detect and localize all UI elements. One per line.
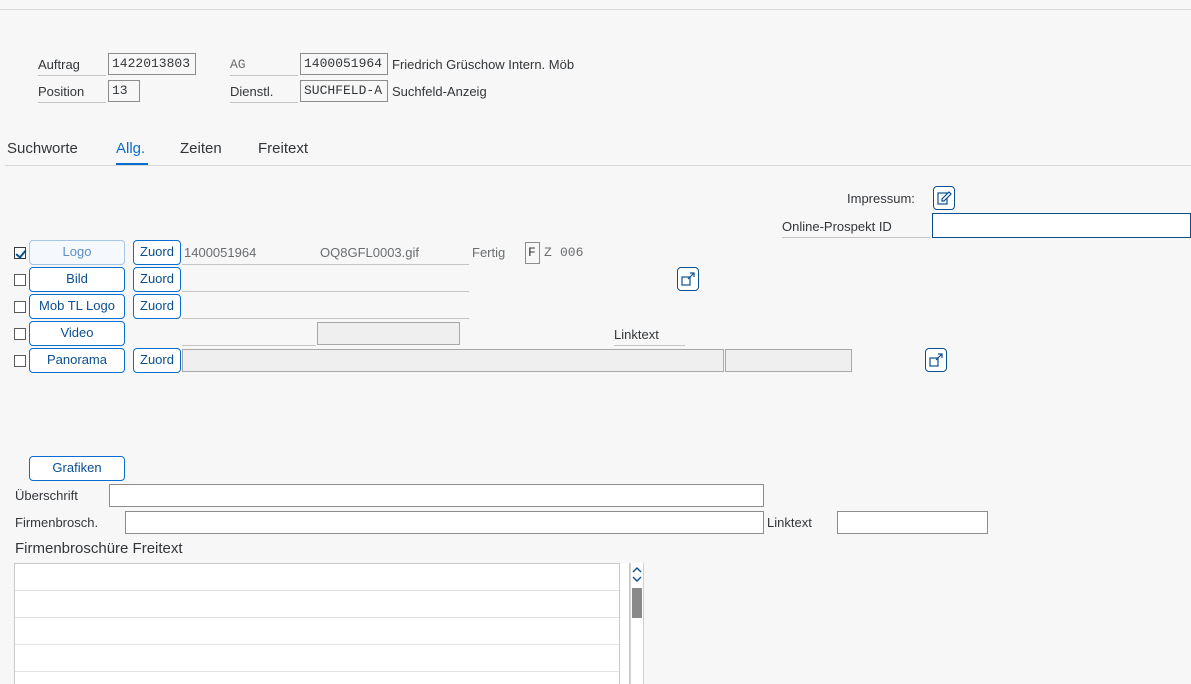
tab-freitext[interactable]: Freitext — [258, 140, 308, 157]
vertical-scrollbar[interactable] — [630, 563, 644, 684]
chevron-up-icon[interactable] — [632, 566, 642, 573]
freitext-textarea[interactable] — [14, 563, 620, 684]
logo-flag-field[interactable]: F — [525, 242, 540, 264]
bild-checkbox[interactable] — [14, 274, 26, 286]
logo-checkbox[interactable] — [14, 247, 26, 259]
ag-label: AG — [230, 55, 298, 76]
online-prospekt-input[interactable] — [932, 213, 1191, 238]
ueberschrift-label: Überschrift — [15, 488, 78, 503]
linktext-input[interactable] — [837, 511, 988, 534]
video-url-field[interactable] — [317, 322, 460, 345]
ag-field[interactable]: 1400051964 — [300, 53, 388, 75]
mobtllogo-zuord-button[interactable]: Zuord — [133, 294, 181, 319]
text-line[interactable] — [15, 591, 619, 618]
mobtllogo-underline — [182, 318, 469, 319]
video-button[interactable]: Video — [29, 321, 125, 346]
textarea-gutter — [620, 563, 630, 684]
ueberschrift-input[interactable] — [109, 484, 764, 507]
tab-suchworte[interactable]: Suchworte — [7, 140, 78, 157]
tab-divider — [5, 165, 1191, 166]
scrollbar-thumb[interactable] — [632, 588, 642, 618]
logo-z-label: Z — [544, 245, 552, 260]
video-checkbox[interactable] — [14, 328, 26, 340]
auftrag-field[interactable]: 1422013803 — [108, 53, 196, 75]
mobtllogo-button[interactable]: Mob TL Logo — [29, 294, 125, 319]
ag-name: Friedrich Grüschow Intern. Möb — [392, 57, 575, 72]
logo-underline — [182, 264, 469, 265]
tab-zeiten[interactable]: Zeiten — [180, 140, 222, 157]
edit-icon[interactable] — [933, 186, 955, 210]
logo-file: OQ8GFL0003.gif — [320, 245, 419, 260]
top-divider — [0, 9, 1191, 10]
chevron-down-icon[interactable] — [632, 576, 642, 583]
video-underline — [182, 345, 316, 346]
firmenbrosch-label: Firmenbrosch. — [15, 515, 99, 530]
external-link-icon[interactable] — [677, 267, 699, 291]
logo-zuord-button[interactable]: Zuord — [133, 240, 181, 265]
panorama-zuord-button[interactable]: Zuord — [133, 348, 181, 373]
online-prospekt-label: Online-Prospekt ID — [782, 217, 930, 238]
text-line[interactable] — [15, 618, 619, 645]
logo-button[interactable]: Logo — [29, 240, 125, 265]
freitext-title: Firmenbroschüre Freitext — [15, 540, 183, 557]
bild-underline — [182, 291, 469, 292]
logo-z-value: 006 — [560, 245, 584, 260]
logo-status: Fertig — [472, 245, 506, 260]
bild-zuord-button[interactable]: Zuord — [133, 267, 181, 292]
panorama-link-field[interactable] — [725, 349, 852, 372]
panorama-path-field[interactable] — [182, 349, 724, 372]
dienstl-field[interactable]: SUCHFELD-A — [300, 80, 388, 102]
impressum-label: Impressum: — [847, 191, 915, 206]
panorama-button[interactable]: Panorama — [29, 348, 125, 373]
text-line[interactable] — [15, 645, 619, 672]
bild-button[interactable]: Bild — [29, 267, 125, 292]
firmenbrosch-input[interactable] — [125, 511, 764, 534]
panorama-external-link-icon[interactable] — [925, 348, 947, 372]
dienstl-name: Suchfeld-Anzeig — [392, 84, 487, 99]
panorama-checkbox[interactable] — [14, 355, 26, 367]
logo-id: 1400051964 — [184, 245, 257, 260]
linktext-label: Linktext — [767, 515, 812, 530]
grafiken-button[interactable]: Grafiken — [29, 456, 125, 481]
video-linktext-label: Linktext — [614, 325, 685, 346]
dienstl-label: Dienstl. — [230, 82, 298, 103]
tab-allg[interactable]: Allg. — [116, 140, 145, 157]
position-label: Position — [38, 82, 106, 103]
text-line[interactable] — [15, 564, 619, 591]
auftrag-label: Auftrag — [38, 55, 106, 76]
mobtllogo-checkbox[interactable] — [14, 301, 26, 313]
position-field[interactable]: 13 — [108, 80, 140, 102]
